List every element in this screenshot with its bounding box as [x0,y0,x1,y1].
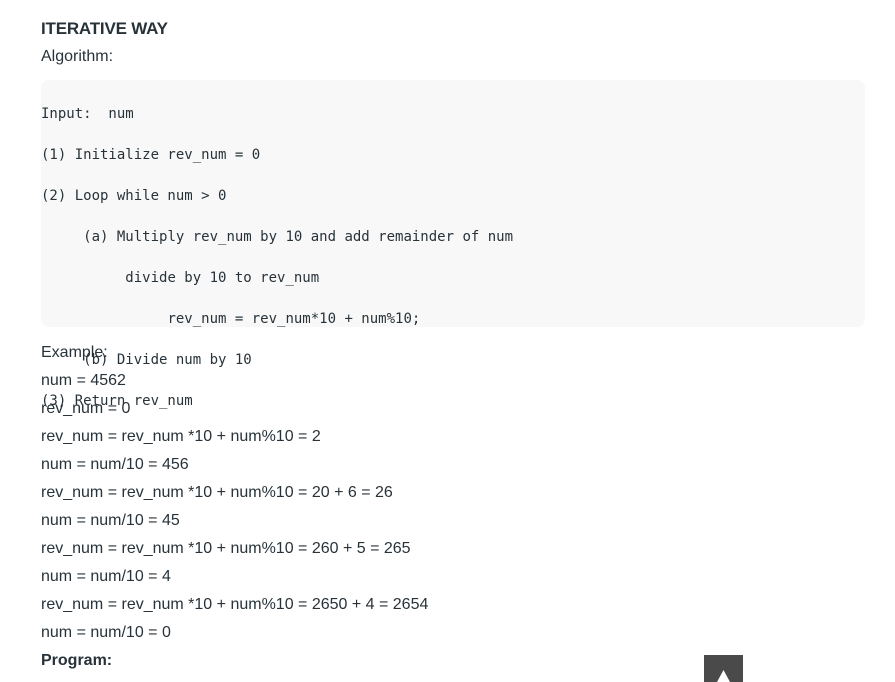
example-line: num = 4562 [41,372,126,389]
example-line: rev_num = rev_num *10 + num%10 = 2 [41,428,321,445]
code-line: rev_num = rev_num*10 + num%10; [167,311,421,327]
example-line: num = num/10 = 0 [41,624,171,641]
example-line: rev_num = rev_num *10 + num%10 = 260 + 5… [41,540,411,557]
scroll-to-top-button[interactable] [704,655,743,682]
example-line: num = num/10 = 45 [41,512,180,529]
algorithm-code-block: Input: num (1) Initialize rev_num = 0 (2… [41,80,865,409]
example-title: Example: [41,344,108,361]
code-line: Input: num [41,106,134,122]
example-line: rev_num = rev_num *10 + num%10 = 20 + 6 … [41,484,393,501]
section-heading: ITERATIVE WAY [41,19,168,38]
example-line: rev_num = rev_num *10 + num%10 = 2650 + … [41,596,429,613]
code-line: (2) Loop while num > 0 [41,188,227,204]
example-line: num = num/10 = 456 [41,456,189,473]
example-section: Example: num = 4562 rev_num = 0 rev_num … [41,339,428,647]
example-line: num = num/10 = 4 [41,568,171,585]
code-line: (a) Multiply rev_num by 10 and add remai… [83,229,514,245]
code-line: (1) Initialize rev_num = 0 [41,147,261,163]
code-line: divide by 10 to rev_num [125,270,320,286]
program-label: Program: [41,652,113,669]
algorithm-label: Algorithm: [41,48,114,65]
arrow-up-icon [717,670,730,682]
example-line: rev_num = 0 [41,400,131,417]
